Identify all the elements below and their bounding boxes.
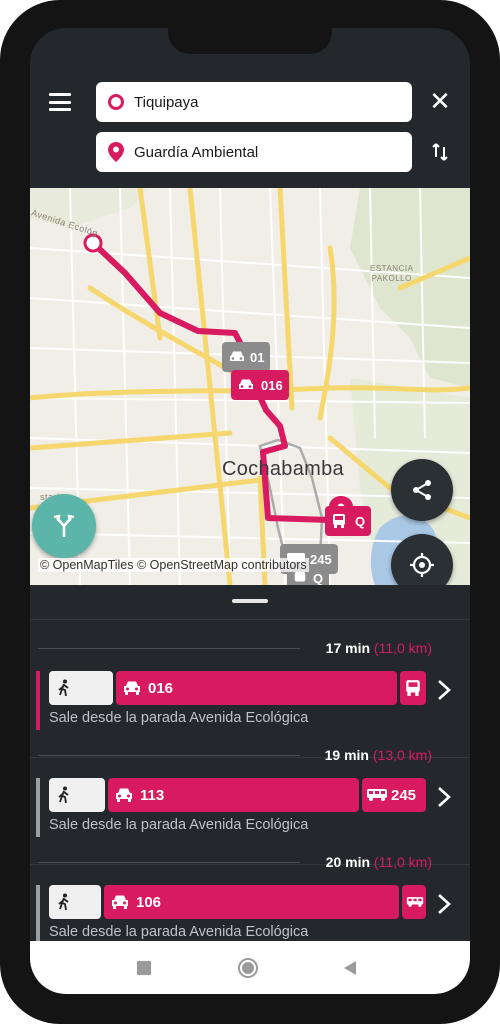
taxi-icon <box>230 351 244 361</box>
chevron-right-icon[interactable] <box>434 892 454 916</box>
route-duration: 20 min <box>325 854 371 870</box>
route-fork-icon <box>53 514 75 537</box>
recents-icon[interactable] <box>137 961 151 975</box>
line-number: 113 <box>140 786 165 804</box>
taxi-icon <box>124 681 140 695</box>
menu-icon[interactable] <box>46 90 74 114</box>
chip-label: Q <box>313 570 324 586</box>
transfer-segment <box>400 671 426 705</box>
walk-segment <box>49 778 105 812</box>
line-number: 106 <box>136 893 162 911</box>
chip-label: 016 <box>261 377 283 393</box>
bus-icon <box>406 680 420 696</box>
bus-icon <box>406 897 424 907</box>
close-icon[interactable]: ✕ <box>428 88 452 114</box>
taxi-icon <box>112 895 128 909</box>
system-nav-bar <box>30 941 470 994</box>
locate-icon <box>410 553 434 577</box>
area-label: ESTANCIA PAKOLLO <box>370 264 413 284</box>
route-time: 17 min (11,0 km) <box>326 640 432 656</box>
vehicle-chip[interactable]: 016 <box>231 370 289 400</box>
origin-text: Tiquipaya <box>134 93 199 111</box>
route-divider <box>38 755 300 756</box>
route-option[interactable]: 17 min (11,0 km) 016 Sale desde la parad… <box>30 640 470 746</box>
route-description: Sale desde la parada Avenida Ecológica <box>49 710 309 726</box>
walk-segment <box>49 671 113 705</box>
area-label-line2: PAKOLLO <box>371 274 412 283</box>
city-label: Cochabamba <box>222 458 344 480</box>
route-duration: 17 min <box>325 640 371 656</box>
selection-indicator <box>36 778 40 837</box>
bus-icon <box>333 514 345 528</box>
area-label-line1: ESTANCIA <box>370 264 414 273</box>
line-segment: 016 <box>116 671 397 705</box>
route-description: Sale desde la parada Avenida Ecológica <box>49 817 309 833</box>
route-time: 19 min (13,0 km) <box>325 747 432 763</box>
transfer-segment <box>402 885 426 919</box>
route-duration: 19 min <box>324 747 369 763</box>
sheet-handle[interactable] <box>232 599 268 603</box>
walk-icon <box>58 786 69 804</box>
route-option[interactable]: 20 min (11,0 km) 106 Sale desde la parad… <box>30 854 470 941</box>
route-distance: (13,0 km) <box>372 747 432 763</box>
line-segment: 106 <box>104 885 399 919</box>
selection-indicator <box>36 885 40 941</box>
routes-sheet: 17 min (11,0 km) 016 Sale desde la parad… <box>30 585 470 941</box>
vehicle-chip[interactable]: Q <box>325 506 372 536</box>
chip-label: 245 <box>310 551 332 567</box>
selected-indicator <box>36 671 40 730</box>
route-description: Sale desde la parada Avenida Ecológica <box>49 924 309 940</box>
destination-pin-icon <box>108 142 124 162</box>
back-icon[interactable] <box>344 961 356 975</box>
origin-field[interactable]: Tiquipaya <box>96 82 412 122</box>
chevron-right-icon[interactable] <box>434 678 454 702</box>
map-attribution[interactable]: © OpenMapTiles © OpenStreetMap contribut… <box>38 558 309 572</box>
destination-field[interactable]: Guardía Ambiental <box>96 132 412 172</box>
route-divider <box>38 648 300 649</box>
chevron-right-icon[interactable] <box>434 785 454 809</box>
walk-icon <box>58 893 69 911</box>
chip-label: Q <box>355 513 366 529</box>
walk-segment <box>49 885 101 919</box>
sheet-divider <box>30 619 470 620</box>
line-number: 016 <box>148 679 174 697</box>
screen: Tiquipaya Guardía Ambiental ✕ ESTANCIA P… <box>30 28 470 994</box>
bus-icon <box>367 789 387 801</box>
route-time: 20 min (11,0 km) <box>326 854 432 870</box>
route-fork-button[interactable] <box>32 494 96 558</box>
share-icon <box>413 480 431 500</box>
chip-label: 01 <box>250 349 265 365</box>
route-divider <box>38 862 300 863</box>
route-option[interactable]: 19 min (13,0 km) 113 245 Sale desde la p… <box>30 747 470 853</box>
share-button[interactable] <box>391 459 453 521</box>
side-button <box>496 226 500 296</box>
transfer-line-number: 245 <box>391 786 417 804</box>
camera-notch <box>168 28 332 54</box>
transfer-segment: 245 <box>362 778 426 812</box>
route-distance: (11,0 km) <box>373 640 432 656</box>
origin-icon <box>108 94 124 110</box>
bus-icon <box>294 571 306 582</box>
route-distance: (11,0 km) <box>373 854 432 870</box>
taxi-icon <box>239 379 253 389</box>
vehicle-chip[interactable]: 01 <box>222 342 271 372</box>
taxi-icon <box>116 788 132 802</box>
swap-icon[interactable] <box>428 140 452 164</box>
route-map[interactable]: ESTANCIA PAKOLLO Avenida Ecológ stariz C… <box>30 188 470 585</box>
line-segment: 113 <box>108 778 359 812</box>
home-icon[interactable] <box>238 958 258 978</box>
destination-text: Guardía Ambiental <box>134 143 259 161</box>
walk-icon <box>58 679 69 697</box>
